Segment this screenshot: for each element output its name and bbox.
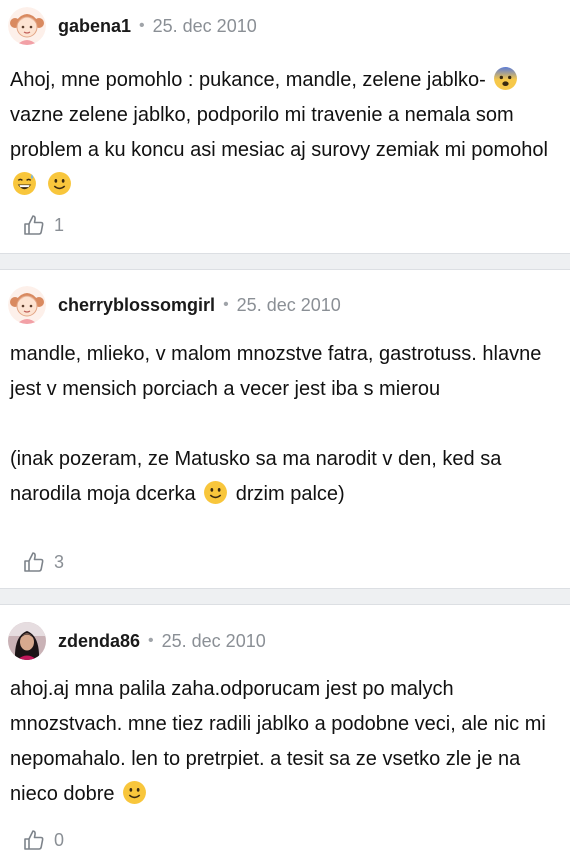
thumbs-up-icon	[24, 215, 44, 235]
comment-header: zdenda86 • 25. dec 2010	[8, 621, 266, 661]
girl-avatar-icon[interactable]	[8, 7, 46, 45]
grinning-sweat-emoji	[12, 171, 37, 196]
comment-date: 25. dec 2010	[161, 630, 266, 651]
comment-username[interactable]: zdenda86	[58, 631, 140, 652]
comment-divider	[0, 588, 570, 605]
comment-text: mandle, mlieko, v malom mnozstve fatra, …	[10, 337, 560, 512]
girl-avatar-icon[interactable]	[8, 286, 46, 324]
comment-username[interactable]: gabena1	[58, 16, 131, 37]
comment-text-part: drzim palce)	[230, 483, 345, 505]
photo-avatar-icon[interactable]	[8, 622, 46, 660]
slightly-smiling-emoji	[47, 171, 72, 196]
comment-header: gabena1 • 25. dec 2010	[8, 6, 257, 46]
comment-text: ahoj.aj mna palila zaha.odporucam jest p…	[10, 672, 560, 812]
slightly-smiling-emoji	[203, 480, 228, 505]
comment-item: gabena1 • 25. dec 2010 Ahoj, mne pomohlo…	[0, 0, 570, 253]
meta-separator: •	[223, 296, 229, 313]
comment-text-part: Ahoj, mne pomohlo : pukance, mandle, zel…	[10, 69, 486, 91]
like-count: 3	[54, 551, 65, 572]
comment-item: zdenda86 • 25. dec 2010 ahoj.aj mna pali…	[0, 605, 570, 862]
like-button[interactable]: 1	[22, 213, 64, 237]
like-count: 1	[54, 214, 65, 235]
comment-username[interactable]: cherryblossomgirl	[58, 295, 215, 316]
comment-header: cherryblossomgirl • 25. dec 2010	[8, 285, 341, 325]
like-button[interactable]: 0	[22, 828, 64, 852]
comment-item: cherryblossomgirl • 25. dec 2010 mandle,…	[0, 270, 570, 588]
meta-separator: •	[148, 632, 154, 649]
thumbs-up-icon	[24, 830, 44, 850]
slightly-smiling-emoji	[122, 780, 147, 805]
comment-text-part: ahoj.aj mna palila zaha.odporucam jest p…	[10, 678, 546, 805]
like-button[interactable]: 3	[22, 550, 64, 574]
fearful-face-emoji	[493, 66, 518, 91]
comment-text: Ahoj, mne pomohlo : pukance, mandle, zel…	[10, 63, 560, 203]
meta-separator: •	[139, 17, 145, 34]
comment-date: 25. dec 2010	[236, 294, 341, 315]
comment-paragraph: mandle, mlieko, v malom mnozstve fatra, …	[10, 343, 542, 400]
comment-divider	[0, 253, 570, 270]
comment-text-part: vazne zelene jablko, podporilo mi traven…	[10, 104, 548, 161]
comment-paragraph: (inak pozeram, ze Matusko sa ma narodit …	[10, 442, 560, 512]
thumbs-up-icon	[24, 552, 44, 572]
like-count: 0	[54, 829, 65, 850]
comment-date: 25. dec 2010	[152, 15, 257, 36]
